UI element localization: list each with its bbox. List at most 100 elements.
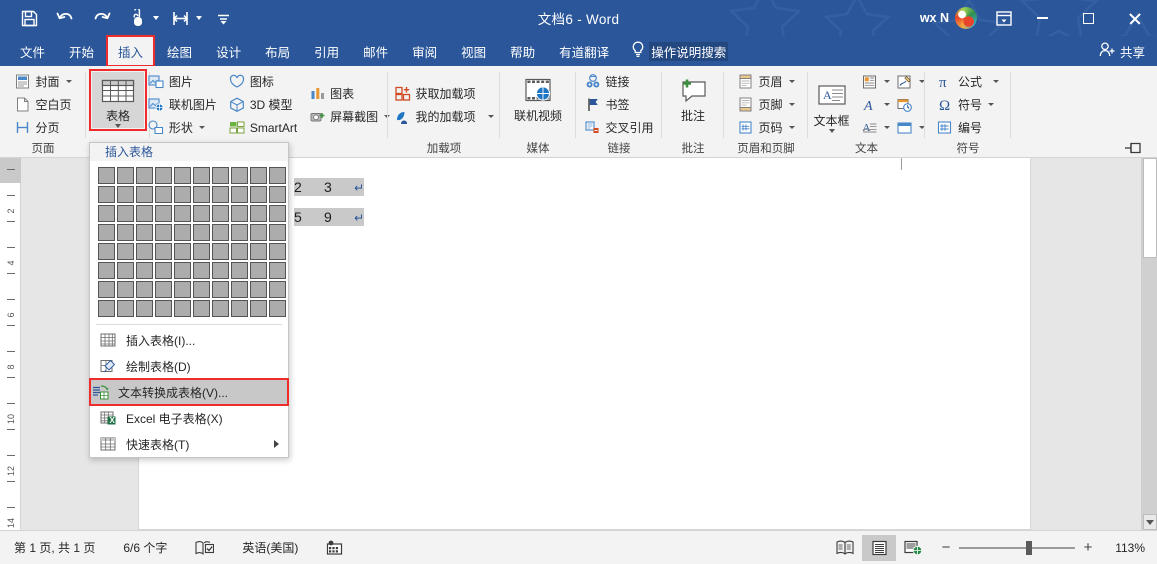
ribbon-item-quick-parts[interactable] bbox=[857, 71, 890, 93]
table-size-cell[interactable] bbox=[212, 186, 229, 203]
menu-item-excel-spreadsheet[interactable]: X Excel 电子表格(X) bbox=[90, 405, 288, 431]
scroll-down-button[interactable] bbox=[1143, 514, 1157, 530]
text-box-button[interactable]: A 文本框 bbox=[809, 77, 855, 133]
table-size-cell[interactable] bbox=[193, 167, 210, 184]
ribbon-item-symbol[interactable]: Ω 符号 bbox=[933, 94, 1003, 116]
table-size-cell[interactable] bbox=[117, 262, 134, 279]
table-size-cell[interactable] bbox=[174, 243, 191, 260]
ribbon-item-page-break[interactable]: 分页 bbox=[10, 117, 75, 139]
tab-help[interactable]: 帮助 bbox=[498, 36, 547, 66]
table-size-cell[interactable] bbox=[231, 224, 248, 241]
table-size-cell[interactable] bbox=[117, 224, 134, 241]
ribbon-item-get-addins[interactable]: 获取加载项 bbox=[391, 82, 498, 104]
table-size-cell[interactable] bbox=[193, 300, 210, 317]
table-size-cell[interactable] bbox=[174, 205, 191, 222]
ribbon-item-page-number[interactable]: 页码 bbox=[733, 117, 798, 139]
table-size-cell[interactable] bbox=[117, 300, 134, 317]
table-size-cell[interactable] bbox=[136, 262, 153, 279]
table-size-cell[interactable] bbox=[231, 167, 248, 184]
ribbon-item-shapes[interactable]: 形状 bbox=[144, 117, 221, 139]
table-size-cell[interactable] bbox=[231, 243, 248, 260]
table-size-cell[interactable] bbox=[98, 300, 115, 317]
collapse-ribbon-icon[interactable] bbox=[1125, 141, 1141, 155]
tab-layout[interactable]: 布局 bbox=[253, 36, 302, 66]
save-icon[interactable] bbox=[12, 3, 46, 33]
ribbon-item-icons[interactable]: 图标 bbox=[225, 71, 301, 93]
table-size-cell[interactable] bbox=[193, 243, 210, 260]
table-size-cell[interactable] bbox=[136, 167, 153, 184]
table-size-cell[interactable] bbox=[136, 243, 153, 260]
table-size-cell[interactable] bbox=[155, 243, 172, 260]
ribbon-item-equation[interactable]: π 公式 bbox=[933, 71, 1003, 93]
scrollbar-thumb[interactable] bbox=[1143, 158, 1157, 258]
vertical-ruler[interactable]: 2 4 6 8 10 12 14 bbox=[0, 158, 21, 530]
ribbon-item-smartart[interactable]: SmartArt bbox=[225, 117, 301, 139]
online-video-button[interactable]: 联机视频 bbox=[506, 72, 570, 123]
page-info[interactable]: 第 1 页, 共 1 页 bbox=[0, 539, 109, 556]
table-size-cell[interactable] bbox=[155, 224, 172, 241]
ribbon-item-online-pictures[interactable]: 联机图片 bbox=[144, 94, 221, 116]
table-size-cell[interactable] bbox=[212, 262, 229, 279]
table-size-cell[interactable] bbox=[174, 262, 191, 279]
avatar[interactable] bbox=[955, 7, 977, 29]
ribbon-item-footer[interactable]: 页脚 bbox=[733, 94, 798, 116]
table-size-cell[interactable] bbox=[212, 205, 229, 222]
ribbon-item-cross-reference[interactable]: 交叉引用 bbox=[581, 117, 658, 139]
tab-insert[interactable]: 插入 bbox=[106, 35, 156, 67]
ribbon-item-signature-line[interactable] bbox=[892, 71, 925, 93]
table-size-cell[interactable] bbox=[174, 281, 191, 298]
table-size-cell[interactable] bbox=[136, 186, 153, 203]
maximize-button[interactable] bbox=[1065, 0, 1111, 36]
table-size-cell[interactable] bbox=[98, 167, 115, 184]
table-size-cell[interactable] bbox=[155, 262, 172, 279]
table-size-cell[interactable] bbox=[193, 262, 210, 279]
ribbon-item-number[interactable]: 编号 bbox=[933, 117, 1003, 139]
chevron-down-icon[interactable] bbox=[115, 124, 121, 128]
tab-design[interactable]: 设计 bbox=[204, 36, 253, 66]
table-size-cell[interactable] bbox=[98, 205, 115, 222]
minimize-button[interactable] bbox=[1019, 0, 1065, 36]
table-size-cell[interactable] bbox=[136, 281, 153, 298]
table-size-gallery[interactable] bbox=[90, 161, 288, 322]
table-size-cell[interactable] bbox=[269, 167, 286, 184]
table-size-cell[interactable] bbox=[174, 224, 191, 241]
menu-item-insert-table[interactable]: 插入表格(I)... bbox=[90, 327, 288, 353]
table-size-cell[interactable] bbox=[212, 224, 229, 241]
zoom-out-button[interactable]: − bbox=[940, 539, 952, 556]
repeat-dropdown-icon[interactable] bbox=[193, 3, 204, 33]
ribbon-item-object[interactable] bbox=[892, 117, 925, 139]
new-comment-button[interactable]: 批注 bbox=[667, 72, 719, 123]
table-size-cell[interactable] bbox=[193, 205, 210, 222]
touch-mode-dropdown-icon[interactable] bbox=[150, 3, 161, 33]
table-size-cell[interactable] bbox=[117, 281, 134, 298]
tab-youdao-translate[interactable]: 有道翻译 bbox=[547, 36, 621, 66]
table-size-cell[interactable] bbox=[193, 281, 210, 298]
table-size-cell[interactable] bbox=[269, 300, 286, 317]
tab-review[interactable]: 审阅 bbox=[400, 36, 449, 66]
table-size-cell[interactable] bbox=[136, 205, 153, 222]
ribbon-item-3d-model[interactable]: 3D 模型 bbox=[225, 94, 301, 116]
vertical-scrollbar[interactable] bbox=[1141, 158, 1157, 530]
undo-icon[interactable] bbox=[48, 3, 82, 33]
table-size-cell[interactable] bbox=[250, 186, 267, 203]
table-size-cell[interactable] bbox=[269, 224, 286, 241]
ribbon-item-screenshot[interactable]: 屏幕截图 bbox=[305, 105, 394, 127]
table-size-cell[interactable] bbox=[269, 186, 286, 203]
ribbon-item-link[interactable]: 链接 bbox=[581, 71, 658, 93]
ribbon-item-pictures[interactable]: 图片 bbox=[144, 71, 221, 93]
document-line[interactable]: 2 3 ↵ bbox=[294, 172, 365, 202]
table-size-cell[interactable] bbox=[155, 186, 172, 203]
zoom-slider[interactable] bbox=[959, 540, 1075, 555]
table-size-cell[interactable] bbox=[98, 186, 115, 203]
table-size-cell[interactable] bbox=[212, 167, 229, 184]
tell-me-search[interactable]: 操作说明搜索 bbox=[631, 36, 729, 66]
table-size-cell[interactable] bbox=[212, 243, 229, 260]
language-indicator[interactable]: 英语(美国) bbox=[228, 539, 312, 556]
chevron-down-icon[interactable] bbox=[828, 128, 835, 133]
zoom-level[interactable]: 113% bbox=[1101, 541, 1145, 555]
table-size-cell[interactable] bbox=[117, 167, 134, 184]
menu-item-quick-tables[interactable]: 快速表格(T) bbox=[90, 431, 288, 457]
zoom-in-button[interactable]: + bbox=[1082, 539, 1094, 556]
table-size-cell[interactable] bbox=[136, 300, 153, 317]
table-size-cell[interactable] bbox=[98, 262, 115, 279]
